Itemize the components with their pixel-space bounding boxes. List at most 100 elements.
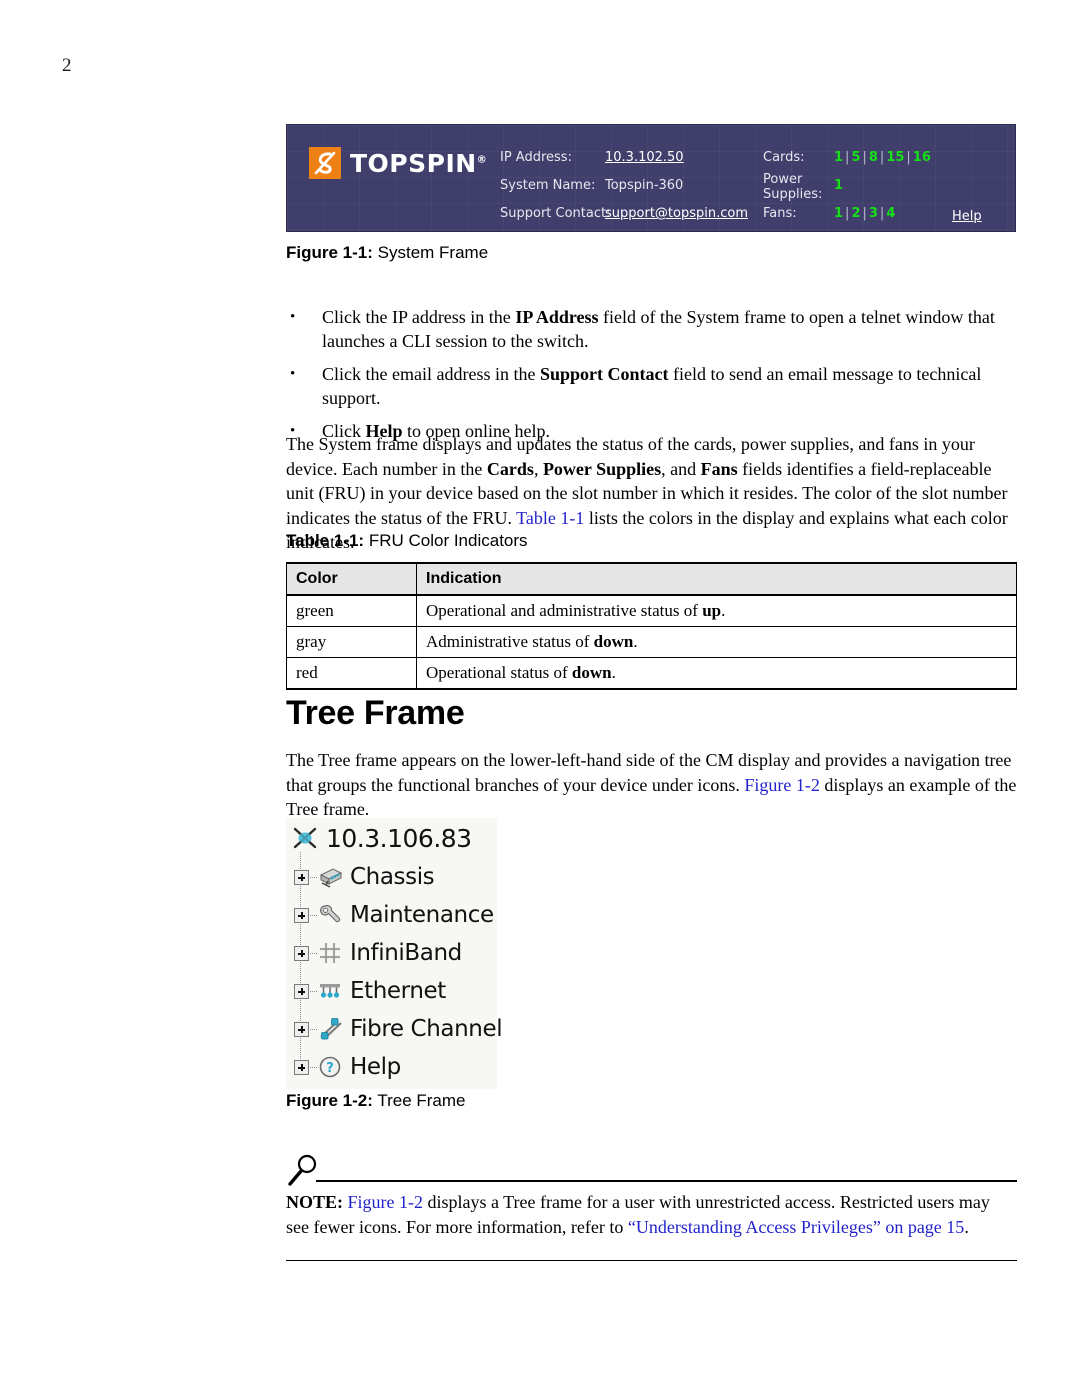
cell-text-pre: Operational status of	[426, 663, 572, 682]
figure-1-2-caption: Figure 1-2: Tree Frame	[286, 1091, 466, 1111]
slot-separator: |	[862, 150, 867, 165]
ethernet-icon	[317, 978, 343, 1004]
system-frame-label-column: IP Address: System Name: Support Contact…	[500, 144, 610, 228]
cell-text-bold: down	[593, 632, 634, 651]
card-slot-number[interactable]: 1	[834, 150, 843, 165]
expand-plus-icon[interactable]	[294, 945, 309, 961]
registered-mark: ®	[476, 154, 488, 166]
column-header-color: Color	[286, 562, 417, 596]
ip-address-link[interactable]: 10.3.102.50	[605, 150, 684, 165]
cell-color: red	[286, 657, 417, 690]
system-frame-screenshot: TOPSPIN® IP Address: System Name: Suppor…	[286, 124, 1016, 232]
help-question-icon: ?	[317, 1054, 343, 1080]
ip-address-label: IP Address:	[500, 150, 572, 165]
tree-connector-dash	[310, 876, 317, 878]
card-slot-number[interactable]: 16	[913, 150, 931, 165]
cell-indication: Administrative status of down.	[416, 626, 1017, 658]
support-contact-label: Support Contact:	[500, 206, 611, 221]
note-segment: .	[964, 1216, 969, 1237]
power-supplies-label-line1: Power	[763, 172, 803, 187]
table-1-1-caption: Table 1-1: FRU Color Indicators	[286, 531, 528, 551]
tree-connector-dash	[310, 952, 317, 954]
tree-frame-screenshot: 10.3.106.83 Chassis Maintenance InfiniBa…	[286, 818, 503, 1089]
instruction-bullet-list: Click the IP address in the IP Address f…	[286, 305, 1021, 452]
list-item: Click the email address in the Support C…	[286, 362, 1021, 410]
system-frame-status-label-column: Cards:	[763, 144, 805, 172]
fru-color-indicators-table: Color Indication green Operational and a…	[286, 562, 1017, 690]
support-contact-link[interactable]: support@topspin.com	[605, 206, 748, 221]
tree-item-label: InfiniBand	[350, 940, 462, 966]
tree-item-ethernet[interactable]: Ethernet	[286, 972, 497, 1010]
para-bold-power-supplies: Power Supplies	[542, 458, 662, 479]
tree-item-chassis[interactable]: Chassis	[286, 858, 497, 896]
expand-plus-icon[interactable]	[294, 1059, 309, 1075]
fibre-channel-icon	[317, 1016, 343, 1042]
cell-indication: Operational status of down.	[416, 657, 1017, 690]
table-1-1-label: Table 1-1:	[286, 531, 365, 550]
cell-text-post: .	[721, 601, 726, 620]
para-bold-cards: Cards	[486, 458, 534, 479]
para-segment: ,	[533, 458, 543, 479]
tree-item-label: Fibre Channel	[350, 1016, 503, 1042]
fan-slot-number[interactable]: 4	[886, 206, 895, 221]
fan-slot-number[interactable]: 1	[834, 206, 843, 221]
tree-item-fibre-channel[interactable]: Fibre Channel	[286, 1010, 503, 1048]
table-1-1-crossref-link[interactable]: Table 1-1	[516, 508, 584, 528]
tree-item-label: Ethernet	[350, 978, 446, 1004]
bullet-text-bold: IP Address	[515, 307, 599, 327]
cell-text-bold: up	[702, 601, 722, 620]
cell-text-pre: Administrative status of	[426, 632, 594, 651]
note-access-privileges-link[interactable]: “Understanding Access Privileges” on pag…	[628, 1217, 964, 1237]
bullet-text-pre: Click the email address in the	[322, 364, 540, 384]
cards-label: Cards:	[763, 150, 805, 165]
cell-indication: Operational and administrative status of…	[416, 594, 1017, 627]
topspin-logo-mark-icon	[309, 147, 341, 179]
power-supply-slot-number[interactable]: 1	[834, 178, 843, 193]
tree-item-help[interactable]: ? Help	[286, 1048, 497, 1086]
cell-text-post: .	[611, 663, 616, 682]
topspin-logo-text: TOPSPIN®	[350, 148, 488, 178]
table-row: gray Administrative status of down.	[286, 626, 1017, 658]
para-segment: , and	[661, 458, 701, 479]
fans-label: Fans:	[763, 206, 797, 221]
table-row: green Operational and administrative sta…	[286, 594, 1017, 627]
infiniband-icon	[317, 940, 343, 966]
figure-1-1-title: System Frame	[377, 243, 489, 262]
help-link[interactable]: Help	[952, 209, 982, 224]
note-figure-link[interactable]: Figure 1-2	[348, 1192, 424, 1212]
fans-label-wrap: Fans:	[763, 200, 797, 228]
page-number: 2	[62, 55, 72, 76]
cell-color: gray	[286, 626, 417, 658]
note-top-divider	[316, 1180, 1017, 1182]
cell-text-pre: Operational and administrative status of	[426, 601, 703, 620]
tree-item-infiniband[interactable]: InfiniBand	[286, 934, 497, 972]
figure-1-2-label: Figure 1-2:	[286, 1091, 373, 1110]
fans-value-wrap: 1 | 2 | 3 | 4	[834, 200, 895, 228]
chassis-icon	[317, 864, 343, 890]
topspin-logo: TOPSPIN®	[309, 147, 487, 179]
expand-plus-icon[interactable]	[294, 869, 309, 885]
card-slot-number[interactable]: 8	[869, 150, 878, 165]
note-text: NOTE: Figure 1-2 displays a Tree frame f…	[286, 1190, 1017, 1239]
para-bold-fans: Fans	[700, 458, 738, 479]
figure-1-2-title: Tree Frame	[377, 1091, 466, 1110]
table-1-1-title: FRU Color Indicators	[368, 531, 528, 550]
tree-item-label: Chassis	[350, 864, 435, 890]
system-frame-value-column: 10.3.102.50 Topspin-360 support@topspin.…	[605, 144, 748, 228]
card-slot-number[interactable]: 15	[886, 150, 904, 165]
expand-plus-icon[interactable]	[294, 983, 309, 999]
system-name-value: Topspin-360	[605, 178, 684, 193]
expand-plus-icon[interactable]	[294, 1021, 309, 1037]
figure-1-2-crossref-link[interactable]: Figure 1-2	[744, 775, 820, 795]
tree-connector-dash	[310, 1028, 317, 1030]
figure-1-1-caption: Figure 1-1: System Frame	[286, 243, 488, 263]
table-header-row: Color Indication	[286, 562, 1017, 596]
figure-1-1-label: Figure 1-1:	[286, 243, 373, 262]
fan-slot-number[interactable]: 3	[869, 206, 878, 221]
cards-slot-list: 1 | 5 | 8 | 15 | 16	[834, 144, 931, 172]
tree-item-maintenance[interactable]: Maintenance	[286, 896, 497, 934]
note-bottom-divider	[286, 1260, 1017, 1261]
tree-root-node[interactable]: 10.3.106.83	[286, 818, 497, 858]
expand-plus-icon[interactable]	[294, 907, 309, 923]
cell-text-bold: down	[571, 663, 612, 682]
